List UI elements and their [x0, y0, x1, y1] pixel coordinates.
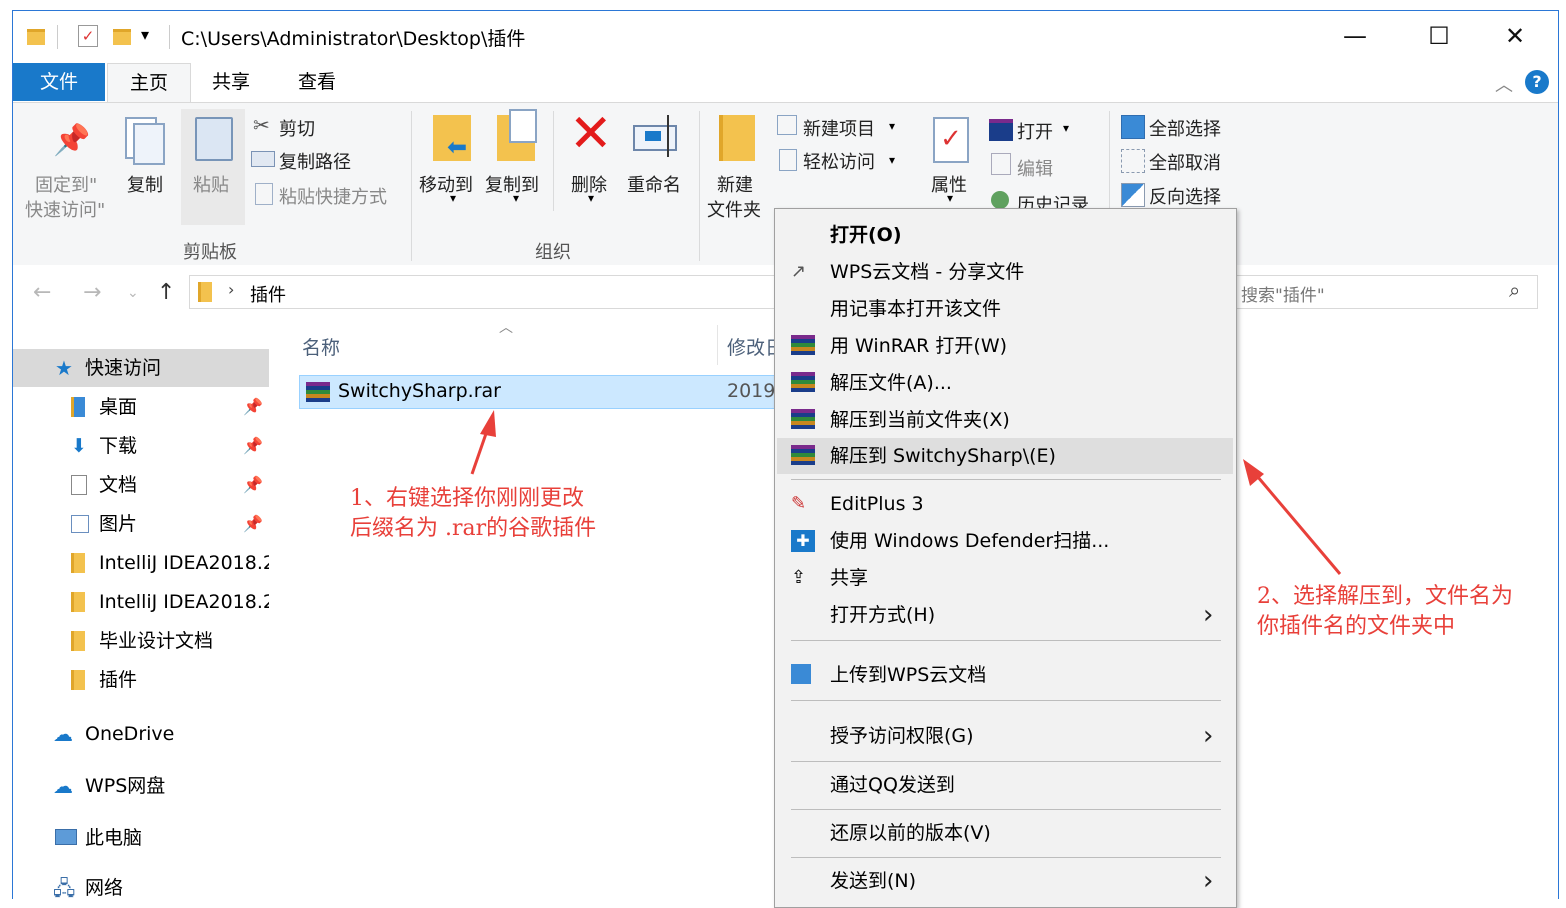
annotation-step-1-line-2: 后缀名为 .rar的谷歌插件: [350, 516, 597, 541]
annotation-step-1-line-1: 1、右键选择你刚刚更改: [350, 486, 584, 511]
annotation-step-2-line-2: 你插件名的文件夹中: [1257, 614, 1456, 639]
annotation-step-2-line-1: 2、选择解压到，文件名为: [1257, 584, 1513, 609]
annotation-arrows: [470, 410, 1342, 575]
